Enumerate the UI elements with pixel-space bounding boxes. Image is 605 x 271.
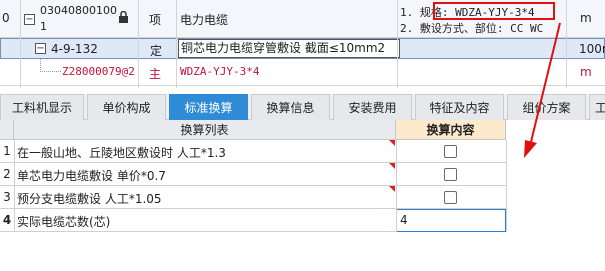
grid-divider (14, 140, 15, 232)
row-index: 0 (2, 11, 10, 25)
comment-marker (389, 186, 395, 192)
comment-marker (389, 163, 395, 169)
item-unit: m (580, 11, 592, 25)
material-type: 主 (149, 67, 162, 81)
quota-type: 定 (150, 44, 163, 58)
tree-connector (40, 59, 61, 72)
annotation-arrow-icon (524, 22, 561, 158)
row-number: 1 (3, 144, 11, 158)
collapse-toggle[interactable]: − (35, 43, 46, 54)
tab-resources[interactable]: 工料机显示 (0, 94, 84, 120)
row-number-header (0, 120, 14, 140)
item-code: 03040800100 (40, 4, 117, 17)
quota-name[interactable]: 铜芯电力电缆穿管敷设 截面≤10mm2 (178, 39, 400, 58)
tab-overflow[interactable]: 工 (589, 94, 605, 120)
grid-divider (138, 0, 139, 88)
tab-install-fee[interactable]: 安装费用 (333, 94, 412, 120)
tab-conversion-info[interactable]: 换算信息 (251, 94, 330, 120)
lock-icon (118, 11, 129, 26)
table-row: 2 单芯电力电缆敷设 单价*0.7 (0, 163, 506, 186)
material-code: Z28000079@2 (62, 65, 135, 78)
grid-divider (176, 0, 177, 88)
material-name: WDZA-YJY-3*4 (180, 65, 260, 78)
conversion-checkbox[interactable] (444, 168, 457, 181)
tab-standard-conversion[interactable]: 标准换算 (169, 94, 248, 120)
material-unit: m (580, 65, 592, 79)
collapse-toggle[interactable]: − (24, 14, 35, 25)
conversion-rule: 单芯电力电缆敷设 单价*0.7 (17, 169, 166, 183)
row-number: 4 (2, 213, 12, 227)
conversion-rule: 预分支电缆敷设 人工*1.05 (17, 192, 162, 206)
conversion-checkbox[interactable] (444, 145, 457, 158)
grid-divider (397, 0, 398, 88)
tab-features[interactable]: 特征及内容 (415, 94, 504, 120)
comment-marker (389, 140, 395, 146)
grid-divider (506, 140, 507, 232)
quota-code: 4-9-132 (51, 42, 98, 56)
tab-unit-price[interactable]: 单价构成 (87, 94, 166, 120)
row-number: 3 (3, 190, 11, 204)
grid-divider (20, 0, 21, 88)
conversion-rule: 在一般山地、丘陵地区敷设时 人工*1.3 (17, 146, 226, 160)
conversion-list-header: 换算列表 (14, 120, 396, 140)
grid-divider (396, 140, 397, 232)
item-type: 项 (149, 13, 162, 27)
table-row: 3 预分支电缆敷设 人工*1.05 (0, 186, 506, 209)
table-row: 4 实际电缆芯数(芯) 4 (0, 209, 506, 232)
quota-unit: 100m (579, 42, 605, 56)
item-name: 电力电缆 (180, 13, 229, 27)
row-number: 2 (3, 167, 11, 181)
item-code-cont: 1 (40, 20, 47, 33)
cable-cores-input[interactable]: 4 (396, 209, 506, 232)
conversion-rule: 实际电缆芯数(芯) (17, 215, 111, 229)
conversion-checkbox[interactable] (444, 191, 457, 204)
conversion-content-header: 换算内容 (396, 120, 506, 140)
table-row: 1 在一般山地、丘陵地区敷设时 人工*1.3 (0, 140, 506, 163)
